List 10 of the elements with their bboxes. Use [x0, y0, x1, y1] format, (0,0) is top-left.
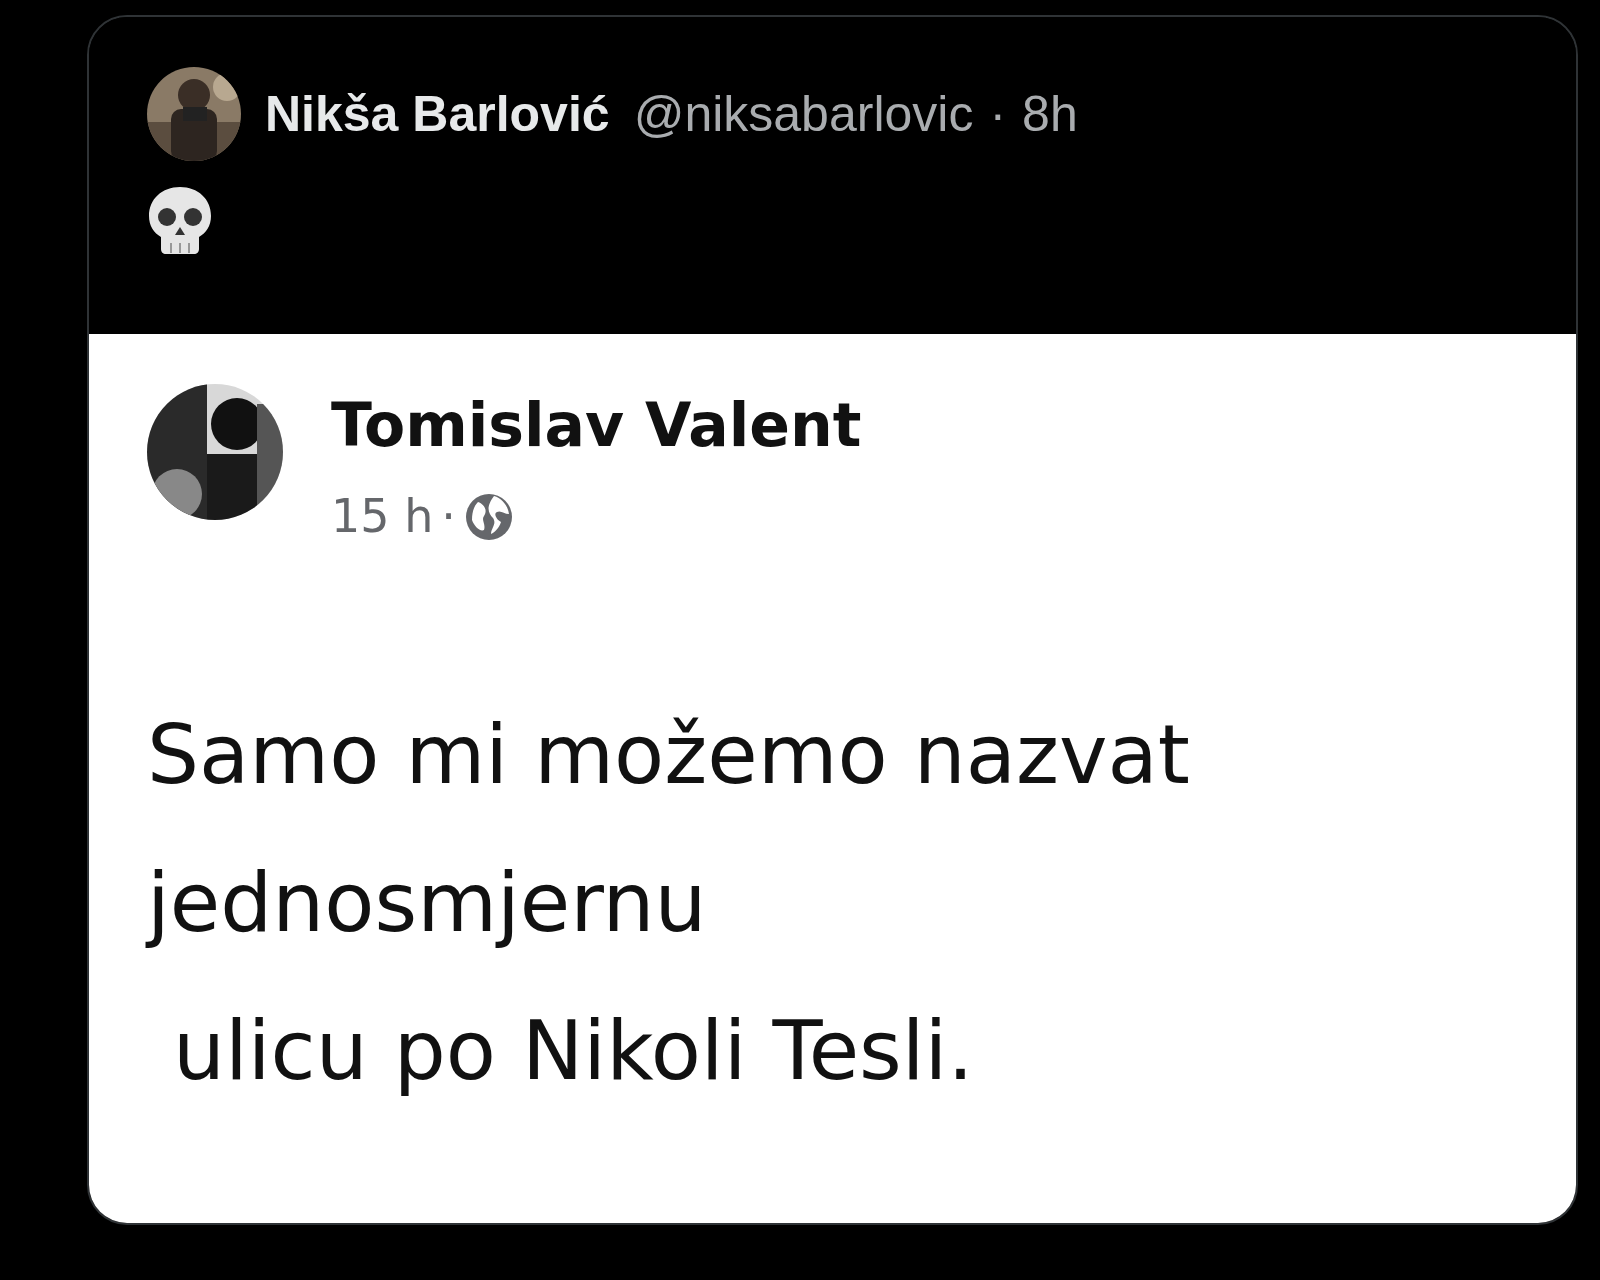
globe-icon	[463, 491, 514, 542]
author-handle[interactable]: @niksabarlovic	[633, 76, 974, 152]
skull-icon	[147, 185, 213, 255]
separator-dot: ·	[441, 488, 456, 545]
author-name[interactable]: Nikša Barlović	[265, 76, 610, 152]
author-name[interactable]: Tomislav Valent	[331, 392, 862, 458]
post-time[interactable]: 8h	[1022, 76, 1078, 152]
post-time[interactable]: 15 h	[331, 482, 434, 551]
post-text: Samo mi možemo nazvat jednosmjernu ulicu po Nikoli Tesli.	[147, 706, 1191, 1100]
separator-dot: ·	[989, 84, 1007, 144]
